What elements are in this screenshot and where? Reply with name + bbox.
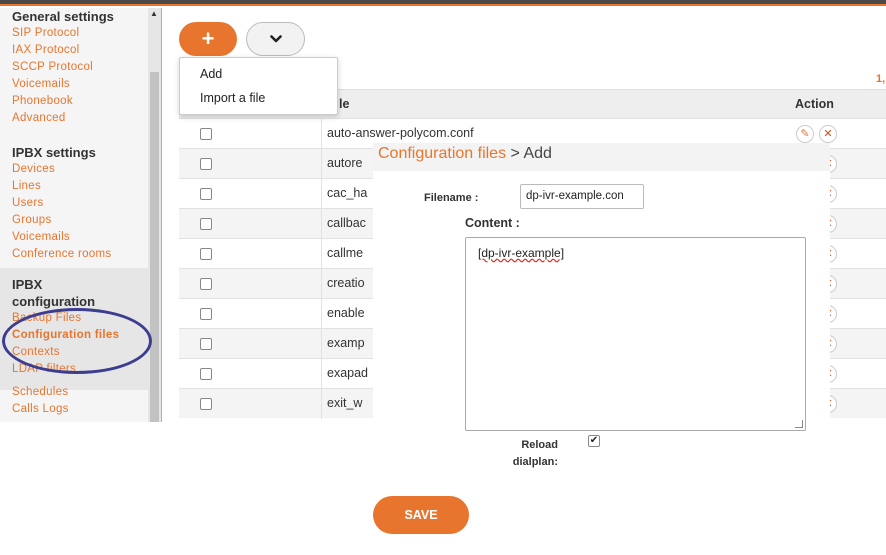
- row-checkbox[interactable]: [200, 218, 212, 230]
- column-divider: [321, 239, 322, 269]
- row-filename[interactable]: cac_ha: [327, 186, 367, 200]
- column-header-name[interactable]: le: [339, 97, 349, 111]
- sidebar-scrollbar-thumb[interactable]: [150, 72, 159, 422]
- row-checkbox[interactable]: [200, 128, 212, 140]
- edit-pencil-icon[interactable]: ✎: [796, 125, 814, 143]
- sidebar-item-conference-rooms[interactable]: Conference rooms: [0, 246, 148, 263]
- sidebar-item-backup-files[interactable]: Backup Files: [0, 310, 148, 327]
- dropdown-item-add[interactable]: Add: [180, 62, 337, 86]
- column-divider: [321, 299, 322, 329]
- more-options-button[interactable]: [246, 22, 305, 56]
- sidebar-item-voicemails[interactable]: Voicemails: [0, 76, 148, 93]
- row-filename[interactable]: enable: [327, 306, 365, 320]
- sidebar-title-general: General settings: [12, 9, 114, 24]
- column-divider: [321, 179, 322, 209]
- sidebar-item-ipbx-voicemails[interactable]: Voicemails: [0, 229, 148, 246]
- sidebar-item-devices[interactable]: Devices: [0, 161, 148, 178]
- sidebar-item-calls-logs[interactable]: Calls Logs: [0, 401, 148, 418]
- sidebar-section-ipbx-configuration-more: Schedules Calls Logs: [0, 384, 148, 418]
- row-checkbox[interactable]: [200, 188, 212, 200]
- row-filename[interactable]: auto-answer-polycom.conf: [327, 126, 474, 140]
- breadcrumb-separator: >: [510, 145, 520, 162]
- sidebar-item-schedules[interactable]: Schedules: [0, 384, 148, 401]
- pagination-indicator[interactable]: 1,: [876, 73, 885, 85]
- reload-dialplan-label: Reload dialplan:: [500, 437, 558, 471]
- content-text: [dp-ivr-example]: [478, 246, 565, 260]
- row-filename[interactable]: autore: [327, 156, 362, 170]
- row-filename[interactable]: callme: [327, 246, 363, 260]
- row-checkbox[interactable]: [200, 278, 212, 290]
- sidebar-item-groups[interactable]: Groups: [0, 212, 148, 229]
- column-divider: [321, 389, 322, 419]
- reload-dialplan-checkbox[interactable]: ✔: [588, 435, 600, 447]
- column-divider: [321, 269, 322, 299]
- add-button[interactable]: +: [179, 22, 237, 56]
- row-filename[interactable]: callbac: [327, 216, 366, 230]
- add-config-file-panel: Configuration files > Add Filename : dp-…: [373, 143, 830, 431]
- row-filename[interactable]: exit_w: [327, 396, 362, 410]
- sidebar-item-ldap-filters[interactable]: LDAP filters: [0, 361, 148, 378]
- row-checkbox[interactable]: [200, 338, 212, 350]
- row-filename[interactable]: creatio: [327, 276, 365, 290]
- content-textarea[interactable]: [dp-ivr-example]: [465, 237, 806, 431]
- row-checkbox[interactable]: [200, 368, 212, 380]
- panel-title: Configuration files > Add: [378, 145, 552, 163]
- chevron-down-icon: [269, 32, 282, 46]
- filename-label: Filename :: [424, 192, 479, 204]
- sidebar: General settings SIP Protocol IAX Protoc…: [0, 8, 162, 422]
- column-divider: [321, 119, 322, 149]
- row-filename[interactable]: exapad: [327, 366, 368, 380]
- row-checkbox[interactable]: [200, 398, 212, 410]
- sidebar-item-users[interactable]: Users: [0, 195, 148, 212]
- sidebar-item-iax-protocol[interactable]: IAX Protocol: [0, 42, 148, 59]
- column-divider: [321, 329, 322, 359]
- sidebar-title-ipbx-configuration: IPBX configuration: [12, 277, 96, 309]
- reload-label-line1: Reload: [521, 439, 558, 451]
- content-label: Content :: [465, 216, 520, 230]
- sidebar-section-ipbx-settings: IPBX settings Devices Lines Users Groups…: [0, 144, 148, 263]
- sidebar-section-general: General settings SIP Protocol IAX Protoc…: [0, 8, 148, 127]
- sidebar-item-sccp-protocol[interactable]: SCCP Protocol: [0, 59, 148, 76]
- sidebar-item-configuration-files[interactable]: Configuration files: [0, 327, 148, 344]
- filename-input[interactable]: dp-ivr-example.con: [520, 184, 644, 209]
- panel-header: Configuration files > Add: [373, 143, 830, 171]
- sidebar-item-advanced[interactable]: Advanced: [0, 110, 148, 127]
- row-checkbox[interactable]: [200, 158, 212, 170]
- resize-grip-icon[interactable]: [795, 420, 803, 428]
- sidebar-item-lines[interactable]: Lines: [0, 178, 148, 195]
- reload-label-line2: dialplan:: [512, 456, 558, 468]
- column-divider: [321, 149, 322, 179]
- column-divider: [321, 209, 322, 239]
- row-filename[interactable]: examp: [327, 336, 365, 350]
- sidebar-item-sip-protocol[interactable]: SIP Protocol: [0, 25, 148, 42]
- column-header-action: Action: [795, 97, 834, 111]
- top-bar: [0, 0, 886, 6]
- row-checkbox[interactable]: [200, 248, 212, 260]
- scroll-up-arrow-icon[interactable]: ▲: [150, 10, 158, 18]
- sidebar-item-contexts[interactable]: Contexts: [0, 344, 148, 361]
- sidebar-scrollbar[interactable]: ▲: [148, 8, 161, 422]
- breadcrumb-config-files[interactable]: Configuration files: [378, 145, 506, 162]
- save-button[interactable]: SAVE: [373, 496, 469, 534]
- sidebar-section-ipbx-configuration: IPBX configuration Backup Files Configur…: [0, 268, 148, 390]
- column-divider: [321, 359, 322, 389]
- sidebar-item-phonebook[interactable]: Phonebook: [0, 93, 148, 110]
- delete-x-icon[interactable]: ✕: [819, 125, 837, 143]
- dropdown-item-import-file[interactable]: Import a file: [180, 86, 337, 110]
- breadcrumb-current: Add: [523, 145, 552, 162]
- sidebar-title-ipbx-settings: IPBX settings: [12, 145, 96, 160]
- row-checkbox[interactable]: [200, 308, 212, 320]
- add-dropdown-menu: Add Import a file: [179, 57, 338, 115]
